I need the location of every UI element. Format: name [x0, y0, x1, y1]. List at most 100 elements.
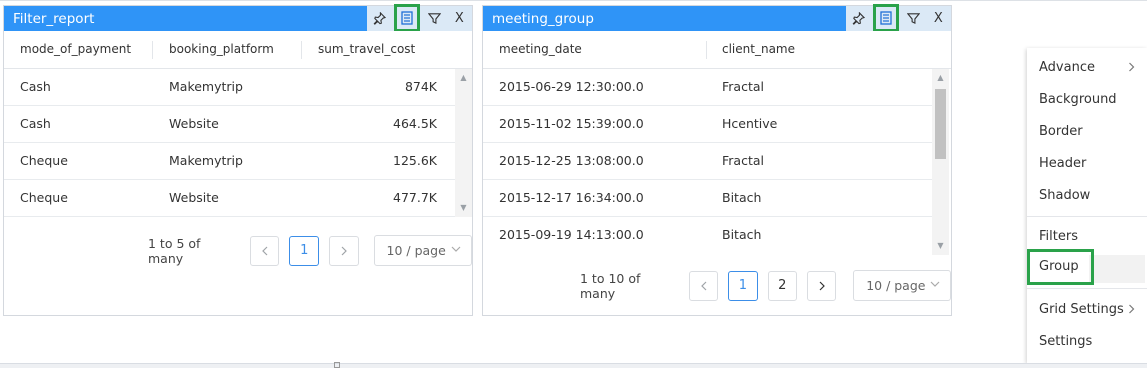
table-row[interactable]: 2015-09-19 14:13:00.0 Bitach — [483, 217, 932, 254]
table-cell: Hcentive — [722, 116, 778, 131]
table-cell: Makemytrip — [169, 79, 243, 94]
column-header[interactable]: meeting_date — [499, 31, 582, 68]
column-divider — [706, 41, 707, 59]
table-cell: Website — [169, 190, 219, 205]
chevron-right-icon — [1128, 294, 1135, 326]
table-cell: 2015-12-17 16:34:00.0 — [499, 190, 644, 205]
table-row[interactable]: 2015-12-25 13:08:00.0 Fractal — [483, 143, 932, 180]
page-size-value: 10 / page — [386, 243, 446, 258]
group-icon[interactable] — [872, 4, 899, 32]
table-cell: 125.6K — [393, 153, 437, 168]
table-header: meeting_date client_name — [483, 31, 951, 69]
table-cell: 2015-09-19 14:13:00.0 — [499, 227, 644, 242]
table-cell: Cash — [20, 79, 51, 94]
next-page-button[interactable] — [806, 270, 837, 301]
panel-toolbar: X — [846, 4, 951, 32]
chevron-right-icon — [1128, 52, 1135, 84]
menu-item-label: Border — [1039, 124, 1083, 139]
menu-item-border[interactable]: Border — [1027, 116, 1147, 148]
table-cell: Cheque — [20, 153, 68, 168]
table-cell: Makemytrip — [169, 153, 243, 168]
menu-item-header[interactable]: Header — [1027, 148, 1147, 180]
next-page-button[interactable] — [329, 235, 359, 266]
table-row[interactable]: 2015-12-17 16:34:00.0 Bitach — [483, 180, 932, 217]
close-icon[interactable]: X — [927, 8, 949, 30]
vertical-scrollbar[interactable]: ▲ ▼ — [455, 69, 472, 217]
table-cell: 2015-06-29 12:30:00.0 — [499, 79, 644, 94]
table-cell: Bitach — [722, 190, 762, 205]
table-cell: Bitach — [722, 227, 762, 242]
menu-item-label: Settings — [1039, 334, 1093, 349]
chevron-down-icon — [451, 244, 461, 257]
scroll-down-icon[interactable]: ▼ — [932, 239, 949, 253]
page-size-select[interactable]: 10 / page — [373, 235, 473, 266]
scrollbar-thumb[interactable] — [935, 89, 946, 159]
page-button-2[interactable]: 2 — [767, 270, 797, 301]
top-border — [0, 0, 1147, 1]
table-row[interactable]: 2015-11-02 15:39:00.0 Hcentive — [483, 106, 932, 143]
menu-item-label: Filters — [1039, 229, 1078, 244]
table-row[interactable]: Cheque Website 477.7K — [4, 180, 455, 217]
column-header[interactable]: sum_travel_cost — [318, 31, 415, 68]
menu-item-label: Shadow — [1039, 188, 1091, 203]
filter-icon[interactable] — [423, 8, 445, 30]
pin-icon[interactable] — [369, 8, 391, 30]
bottom-border — [0, 363, 1147, 368]
menu-item-label: Header — [1039, 156, 1087, 171]
column-header[interactable]: mode_of_payment — [20, 31, 131, 68]
resize-handle[interactable] — [334, 362, 340, 368]
menu-item-hover-bg — [1089, 255, 1145, 283]
prev-page-button[interactable] — [249, 235, 280, 266]
table-row[interactable]: Cheque Makemytrip 125.6K — [4, 143, 455, 180]
menu-item-grid-settings[interactable]: Grid Settings — [1027, 294, 1147, 326]
group-icon[interactable] — [393, 4, 420, 32]
table-cell: 2015-11-02 15:39:00.0 — [499, 116, 644, 131]
menu-item-label: Group — [1039, 259, 1079, 274]
prev-page-button[interactable] — [689, 270, 719, 301]
pagination-info: 1 to 5 of many — [148, 235, 201, 266]
panel-toolbar: X — [367, 4, 472, 32]
filter-icon[interactable] — [902, 8, 924, 30]
context-menu: Advance Background Border Header Shadow … — [1027, 48, 1147, 363]
panel-titlebar[interactable]: Filter_report X — [4, 4, 472, 32]
column-divider — [301, 41, 302, 59]
scroll-up-icon[interactable]: ▲ — [932, 71, 949, 85]
column-divider — [152, 41, 153, 59]
table-row[interactable]: Cash Website 464.5K — [4, 106, 455, 143]
panel-titlebar[interactable]: meeting_group X — [483, 4, 951, 32]
page-size-select[interactable]: 10 / page — [853, 270, 952, 301]
menu-item-shadow[interactable]: Shadow — [1027, 180, 1147, 212]
menu-item-label: Background — [1039, 92, 1117, 107]
table-cell: Cheque — [20, 190, 68, 205]
vertical-scrollbar[interactable]: ▲ ▼ — [932, 69, 949, 255]
pagination-info: 1 to 10 of many — [580, 270, 641, 301]
scroll-up-icon[interactable]: ▲ — [455, 71, 472, 85]
column-header[interactable]: booking_platform — [169, 31, 274, 68]
page-button-1[interactable]: 1 — [728, 270, 758, 301]
table-header: mode_of_payment booking_platform sum_tra… — [4, 31, 472, 69]
pin-icon[interactable] — [848, 8, 870, 30]
menu-divider — [1027, 216, 1147, 217]
table-cell: Website — [169, 116, 219, 131]
page-button-1[interactable]: 1 — [289, 235, 319, 266]
close-icon[interactable]: X — [448, 8, 470, 30]
column-header[interactable]: client_name — [722, 31, 795, 68]
table-cell: 2015-12-25 13:08:00.0 — [499, 153, 644, 168]
menu-item-group[interactable]: Group — [1027, 249, 1094, 285]
table-row[interactable]: 2015-06-29 12:30:00.0 Fractal — [483, 69, 932, 106]
menu-item-label: Grid Settings — [1039, 302, 1124, 317]
menu-item-advance[interactable]: Advance — [1027, 52, 1147, 84]
menu-item-settings[interactable]: Settings — [1027, 326, 1147, 358]
table-cell: Fractal — [722, 153, 764, 168]
chevron-down-icon — [930, 279, 940, 292]
table-cell: 477.7K — [393, 190, 437, 205]
menu-item-label: Advance — [1039, 60, 1095, 75]
scroll-down-icon[interactable]: ▼ — [455, 201, 472, 215]
filter-report-panel: Filter_report X mode_of_payment booking_… — [3, 4, 473, 316]
menu-divider — [1027, 288, 1147, 289]
table-row[interactable]: Cash Makemytrip 874K — [4, 69, 455, 106]
menu-item-background[interactable]: Background — [1027, 84, 1147, 116]
pagination: 1 to 5 of many 1 10 / page — [148, 235, 473, 266]
table-cell: 464.5K — [393, 116, 437, 131]
meeting-group-panel: meeting_group X meeting_date client_name… — [482, 4, 952, 316]
